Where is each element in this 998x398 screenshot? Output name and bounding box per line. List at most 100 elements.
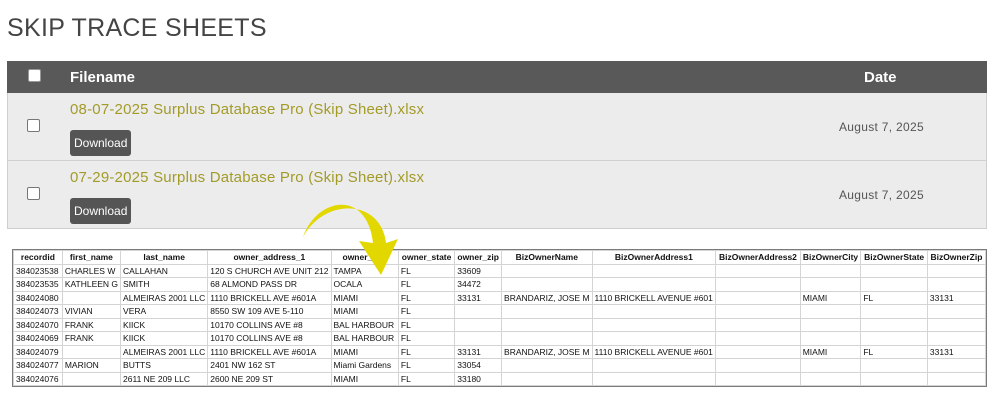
table-cell: 1110 BRICKELL AVENUE #601 [591,290,717,305]
column-header: BizOwnerAddress2 [715,250,801,265]
table-cell [61,371,122,386]
table-cell: FL [397,371,456,386]
table-cell [926,263,986,278]
table-cell: KATHLEEN G [61,277,122,292]
table-row: 384024073 VIVIAN VERA 8550 SW 109 AVE 5-110… [13,304,986,319]
file-link[interactable]: 07-29-2025 Surplus Database Pro (Skip Sh… [70,169,424,186]
table-cell [61,344,122,359]
table-cell [926,331,986,346]
table-cell: MIAMI [330,290,399,305]
table-cell [715,371,801,386]
table-cell [591,263,717,278]
column-header: BizOwnerAddress1 [591,250,717,265]
table-cell [715,344,801,359]
table-cell: MIAMI [330,304,399,319]
table-cell [926,304,986,319]
table-cell [591,317,717,332]
table-cell: 10170 COLLINS AVE #8 [207,317,332,332]
files-table-header: Filename Date [7,61,987,93]
table-cell: VERA [120,304,209,319]
file-row: 07-29-2025 Surplus Database Pro (Skip Sh… [7,161,987,229]
table-cell: 10170 COLLINS AVE #8 [207,331,332,346]
table-cell: 384024073 [13,304,63,319]
download-button[interactable]: Download [70,198,132,224]
date-column-header: Date [864,69,897,86]
table-cell: MIAMI [799,344,862,359]
spreadsheet-header-row: recordid first_name last_name owner_addr… [13,250,986,265]
table-cell: MIAMI [799,290,862,305]
table-cell: FRANK [61,331,122,346]
file-link[interactable]: 08-07-2025 Surplus Database Pro (Skip Sh… [70,101,424,118]
table-cell: 33131 [926,290,986,305]
table-row: 384024076 2611 NE 209 LLC 2600 NE 209 ST MI… [13,371,986,386]
table-cell [454,317,503,332]
table-cell: 1110 BRICKELL AVE #601A [207,290,332,305]
table-cell [715,290,801,305]
table-cell: 33180 [454,371,503,386]
column-header: owner_zip [454,250,503,265]
download-button[interactable]: Download [70,130,132,156]
table-cell: BRANDARIZ, JOSE M [501,290,593,305]
table-row: 384024070 FRANK KIICK 10170 COLLINS AVE #8 B… [13,317,986,332]
spreadsheet-preview: recordid first_name last_name owner_addr… [12,249,987,387]
table-cell: BRANDARIZ, JOSE M [501,344,593,359]
table-cell: FL [397,331,456,346]
table-cell: 33131 [926,344,986,359]
table-cell [860,317,928,332]
table-cell [860,358,928,373]
table-cell: FL [397,344,456,359]
curved-arrow-icon [303,204,398,275]
table-cell [591,371,717,386]
table-cell: FL [397,358,456,373]
row-checkbox[interactable] [27,187,40,200]
table-cell [799,277,862,292]
table-cell: FRANK [61,317,122,332]
table-cell: FL [397,290,456,305]
table-cell [799,358,862,373]
table-cell: 384023538 [13,263,63,278]
table-row: 384024077 MARION BUTTS 2401 NW 162 ST Miami … [13,358,986,373]
file-date: August 7, 2025 [839,120,924,134]
table-cell: ALMEIRAS 2001 LLC [120,290,209,305]
table-cell: 33054 [454,358,503,373]
table-cell: BAL HARBOUR [330,317,399,332]
row-checkbox[interactable] [27,119,40,132]
table-cell: Miami Gardens [330,358,399,373]
table-cell [454,304,503,319]
table-cell [926,371,986,386]
column-header: BizOwnerCity [799,250,862,265]
table-cell [501,371,593,386]
table-cell [591,331,717,346]
table-cell: 2600 NE 209 ST [207,371,332,386]
table-cell [61,290,122,305]
column-header: BizOwnerName [501,250,593,265]
table-cell [860,304,928,319]
table-cell [926,358,986,373]
table-cell [715,358,801,373]
column-header: recordid [13,250,63,265]
table-cell: SMITH [120,277,209,292]
table-cell [591,358,717,373]
table-cell: 8550 SW 109 AVE 5-110 [207,304,332,319]
column-header: first_name [61,250,122,265]
file-date: August 7, 2025 [839,188,924,202]
table-cell: VIVIAN [61,304,122,319]
table-cell [715,304,801,319]
table-cell [860,263,928,278]
table-cell [860,277,928,292]
table-cell [715,263,801,278]
table-cell [591,277,717,292]
table-cell: FL [397,263,456,278]
table-cell [926,277,986,292]
table-cell: BUTTS [120,358,209,373]
table-cell [799,331,862,346]
files-table: Filename Date 08-07-2025 Surplus Databas… [7,61,987,229]
table-cell: 2611 NE 209 LLC [120,371,209,386]
table-cell: FL [860,290,928,305]
select-all-checkbox[interactable] [28,69,41,82]
table-row: 384024080 ALMEIRAS 2001 LLC 1110 BRICKELL … [13,290,986,305]
page-title: SKIP TRACE SHEETS [7,14,267,42]
table-cell: 384024079 [13,344,63,359]
table-cell: 384023535 [13,277,63,292]
table-cell: 2401 NW 162 ST [207,358,332,373]
